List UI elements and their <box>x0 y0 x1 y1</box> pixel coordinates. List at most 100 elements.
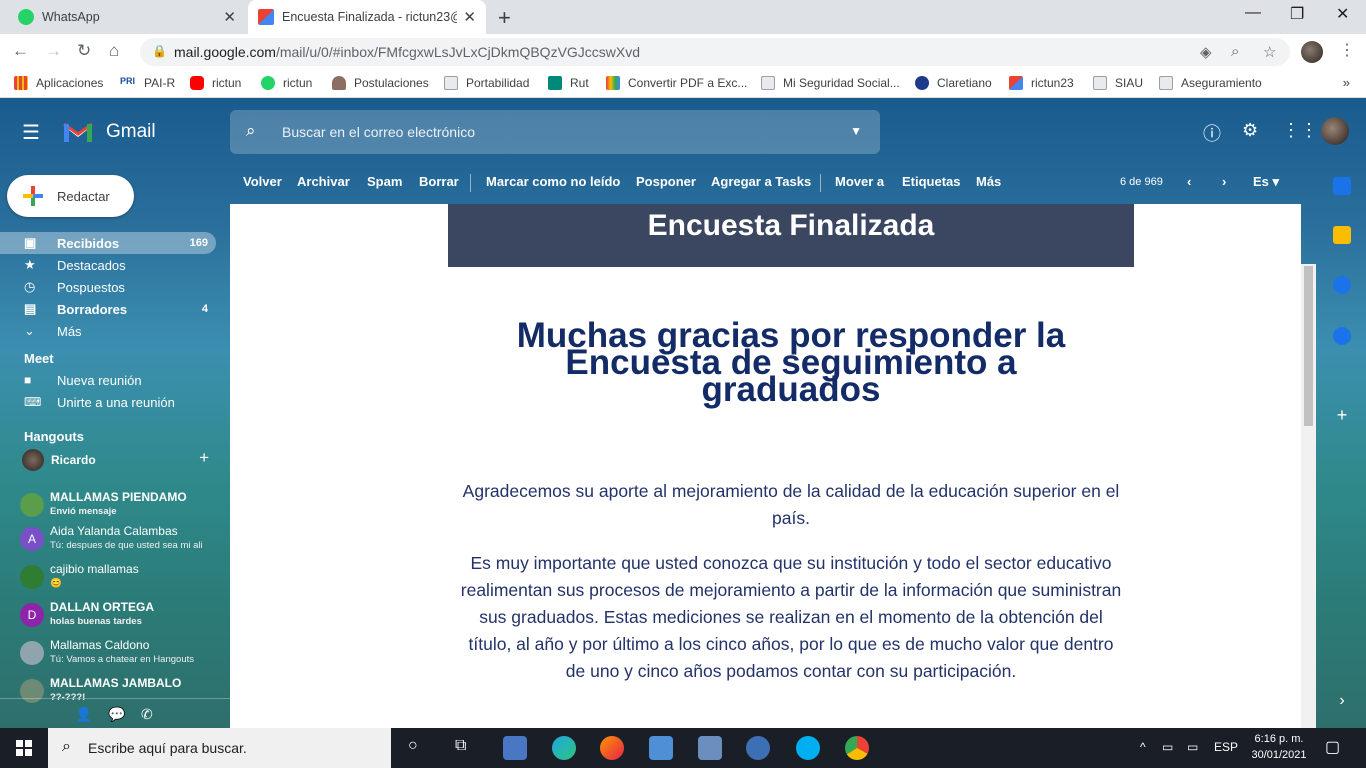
nav-item-more[interactable]: ⌄ Más <box>0 320 216 342</box>
bookmark-star-icon[interactable]: ☆ <box>1263 43 1276 61</box>
close-window-icon[interactable]: ✕ <box>1336 4 1349 24</box>
windows-start-icon[interactable] <box>16 740 32 756</box>
next-message-icon[interactable]: › <box>1222 174 1226 189</box>
bookmark-aplicaciones[interactable]: Aplicaciones <box>14 76 103 90</box>
move-to-button[interactable]: Mover a <box>835 174 884 189</box>
firefox-icon[interactable] <box>600 736 624 760</box>
email-scrollbar[interactable] <box>1301 264 1316 728</box>
chrome-menu-icon[interactable]: ⋮ <box>1339 40 1355 60</box>
chevron-up-icon[interactable]: ^ <box>1140 740 1146 754</box>
zoom-icon[interactable]: ⌕ <box>1231 43 1239 60</box>
previous-message-icon[interactable]: ‹ <box>1187 174 1191 189</box>
tasks-icon[interactable] <box>1333 276 1351 294</box>
system-clock[interactable]: 6:16 p. m. 30/01/2021 <box>1244 731 1314 763</box>
extension-icon[interactable]: ◈ <box>1200 43 1212 61</box>
url-text[interactable]: mail.google.com/mail/u/0/#inbox/FMfcgxwL… <box>174 44 640 60</box>
back-to-inbox-button[interactable]: Volver <box>243 174 282 189</box>
minimize-icon[interactable]: — <box>1245 4 1261 22</box>
settings-gear-icon[interactable]: ⚙ <box>1242 120 1258 141</box>
spam-button[interactable]: Spam <box>367 174 402 189</box>
bookmark-pai-r[interactable]: PRI PAI-R <box>120 76 175 90</box>
app-icon[interactable] <box>649 736 673 760</box>
input-language-button[interactable]: Es ▾ <box>1253 174 1279 190</box>
network-icon[interactable]: ▭ <box>1162 740 1173 754</box>
chrome-icon[interactable] <box>845 736 869 760</box>
snooze-button[interactable]: Posponer <box>636 174 696 189</box>
bookmark-convertir-pdf[interactable]: Convertir PDF a Exc... <box>606 76 747 90</box>
phone-icon[interactable]: ✆ <box>141 706 153 723</box>
search-icon[interactable]: ⌕ <box>246 121 256 141</box>
profile-avatar[interactable] <box>1301 41 1323 63</box>
search-bar[interactable]: ⌕ ▼ <box>230 110 880 154</box>
new-tab-button[interactable]: + <box>498 5 511 31</box>
nav-item-snoozed[interactable]: ◷ Pospuestos <box>0 276 216 298</box>
bookmark-mi-seguridad-social[interactable]: Mi Seguridad Social... <box>761 76 900 90</box>
contacts-icon[interactable] <box>1333 327 1351 345</box>
chat-bubble-icon[interactable]: 💬 <box>108 706 125 723</box>
bookmarks-overflow-icon[interactable]: » <box>1343 75 1350 90</box>
back-icon[interactable]: ← <box>12 41 29 61</box>
chat-item[interactable]: MALLAMAS PIENDAMO Envió mensaje <box>20 490 216 526</box>
forward-icon[interactable]: → <box>45 41 62 61</box>
notifications-icon[interactable]: ▢ <box>1325 737 1340 757</box>
calendar-icon[interactable] <box>1333 177 1351 195</box>
compose-button[interactable]: Redactar <box>7 175 134 217</box>
edge-icon[interactable] <box>552 736 576 760</box>
scrollbar-thumb[interactable] <box>1304 266 1313 426</box>
restore-icon[interactable]: ❐ <box>1290 4 1304 24</box>
lock-icon[interactable]: 🔒 <box>152 44 167 58</box>
tab-gmail-active[interactable]: Encuesta Finalizada - rictun23@g ✕ <box>248 0 486 34</box>
delete-button[interactable]: Borrar <box>419 174 459 189</box>
mark-unread-button[interactable]: Marcar como no leído <box>486 174 620 189</box>
apps-grid-icon[interactable]: ⋮⋮ <box>1282 120 1318 141</box>
task-view-icon[interactable]: ⧉ <box>455 737 466 755</box>
close-tab-icon[interactable]: ✕ <box>223 8 236 26</box>
account-avatar[interactable] <box>1321 117 1349 145</box>
nav-item-drafts[interactable]: ▤ Borradores 4 <box>0 298 216 320</box>
new-chat-plus-icon[interactable]: + <box>199 448 209 468</box>
address-bar[interactable]: 🔒 mail.google.com/mail/u/0/#inbox/FMfcgx… <box>140 38 1290 66</box>
main-menu-icon[interactable]: ☰ <box>22 120 40 145</box>
bookmark-rictun-youtube[interactable]: rictun <box>190 76 241 90</box>
chat-item[interactable]: D DALLAN ORTEGA holas buenas tardes <box>20 600 216 636</box>
add-addon-plus-icon[interactable]: + <box>1333 406 1351 424</box>
join-meeting-link[interactable]: ⌨ Unirte a una reunión <box>0 392 216 414</box>
hangouts-user[interactable]: Ricardo + <box>22 448 217 471</box>
reload-icon[interactable]: ↻ <box>77 41 91 61</box>
cortana-icon[interactable]: ○ <box>408 737 418 755</box>
search-input[interactable] <box>282 120 842 144</box>
app-icon[interactable] <box>698 736 722 760</box>
chat-item[interactable]: cajibio mallamas 😊 <box>20 562 216 598</box>
add-to-tasks-button[interactable]: Agregar a Tasks <box>711 174 811 189</box>
gmail-app-name[interactable]: Gmail <box>106 121 156 143</box>
chat-item[interactable]: Mallamas Caldono Tú: Vamos a chatear en … <box>20 638 216 674</box>
bookmark-rut[interactable]: Rut <box>548 76 589 90</box>
labels-button[interactable]: Etiquetas <box>902 174 961 189</box>
more-actions-button[interactable]: Más <box>976 174 1001 189</box>
skype-icon[interactable] <box>796 736 820 760</box>
archive-button[interactable]: Archivar <box>297 174 350 189</box>
help-icon[interactable]: ⓘ <box>1203 120 1221 146</box>
input-language[interactable]: ESP <box>1214 740 1238 754</box>
tab-whatsapp[interactable]: WhatsApp ✕ <box>8 0 246 34</box>
bookmark-rictun23[interactable]: rictun23 <box>1009 76 1074 90</box>
search-options-icon[interactable]: ▼ <box>850 124 862 138</box>
taskbar-search[interactable]: ⌕ Escribe aquí para buscar. <box>48 728 391 768</box>
bookmark-portabilidad[interactable]: Portabilidad <box>444 76 529 90</box>
new-meeting-link[interactable]: ■ Nueva reunión <box>0 370 216 392</box>
chevron-right-icon[interactable]: › <box>1333 692 1351 710</box>
bookmark-aseguramiento[interactable]: Aseguramiento <box>1159 76 1262 90</box>
home-icon[interactable]: ⌂ <box>109 41 119 61</box>
bookmark-siau[interactable]: SIAU <box>1093 76 1143 90</box>
contacts-icon[interactable]: 👤 <box>75 706 92 723</box>
nav-item-inbox[interactable]: ▣ Recibidos 169 <box>0 232 216 254</box>
app-icon[interactable] <box>746 736 770 760</box>
monitor-icon[interactable]: ▭ <box>1187 740 1198 754</box>
bookmark-rictun-whatsapp[interactable]: rictun <box>261 76 312 90</box>
calculator-icon[interactable] <box>503 736 527 760</box>
bookmark-postulaciones[interactable]: Postulaciones <box>332 76 429 90</box>
keep-icon[interactable] <box>1333 226 1351 244</box>
close-tab-icon[interactable]: ✕ <box>463 8 476 26</box>
chat-item[interactable]: A Aida Yalanda Calambas Tú: despues de q… <box>20 524 216 560</box>
nav-item-starred[interactable]: ★ Destacados <box>0 254 216 276</box>
